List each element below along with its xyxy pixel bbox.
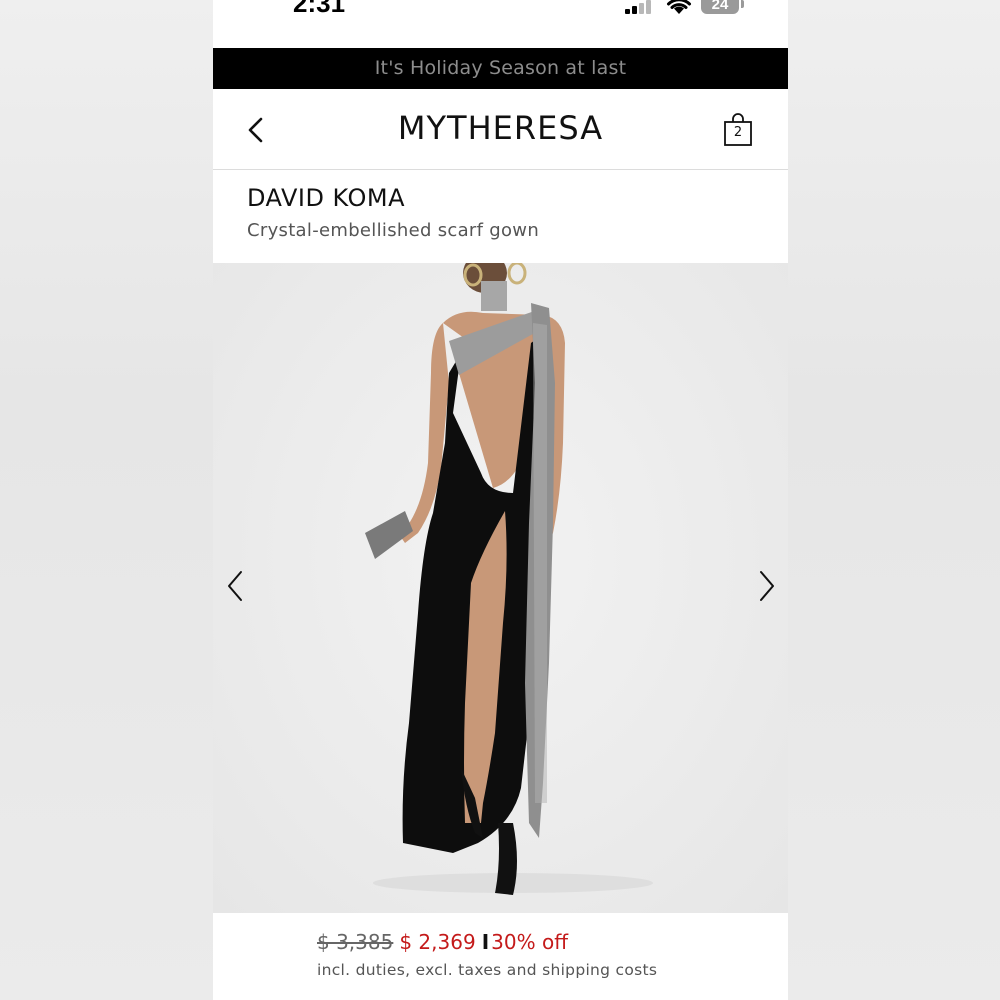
shopping-bag-button[interactable]: 2 <box>723 113 753 147</box>
bag-item-count: 2 <box>733 125 743 140</box>
sale-price: $ 2,369 <box>399 930 476 954</box>
battery-indicator: 24 <box>701 0 739 14</box>
product-brand[interactable]: DAVID KOMA <box>247 184 405 212</box>
app-header: MYTHERESA 2 <box>213 89 788 170</box>
price-row: $ 3,385 $ 2,369 I 30% off <box>317 930 568 954</box>
left-blurred-background <box>0 0 213 1000</box>
product-name: Crystal-embellished scarf gown <box>247 220 540 241</box>
promo-banner[interactable]: It's Holiday Season at last <box>213 48 788 89</box>
next-image-chevron-right-icon[interactable] <box>755 568 779 604</box>
price-note: incl. duties, excl. taxes and shipping c… <box>317 961 658 979</box>
battery-tip <box>741 0 744 8</box>
status-time: 2:31 <box>293 0 346 18</box>
original-price: $ 3,385 <box>317 930 394 954</box>
discount-badge: 30% off <box>491 930 568 954</box>
cellular-signal-icon <box>623 0 657 16</box>
wifi-icon <box>667 0 691 14</box>
phone-screen: 2:31 24 It's Holiday Season at last MYTH… <box>213 0 788 1000</box>
product-photo <box>365 263 653 895</box>
price-separator: I <box>481 930 490 954</box>
mytheresa-logo[interactable]: MYTHERESA <box>213 109 788 147</box>
product-image-carousel[interactable] <box>213 263 788 913</box>
previous-image-chevron-left-icon[interactable] <box>223 568 247 604</box>
status-bar: 2:31 24 <box>213 0 788 46</box>
right-blurred-background <box>788 0 1000 1000</box>
